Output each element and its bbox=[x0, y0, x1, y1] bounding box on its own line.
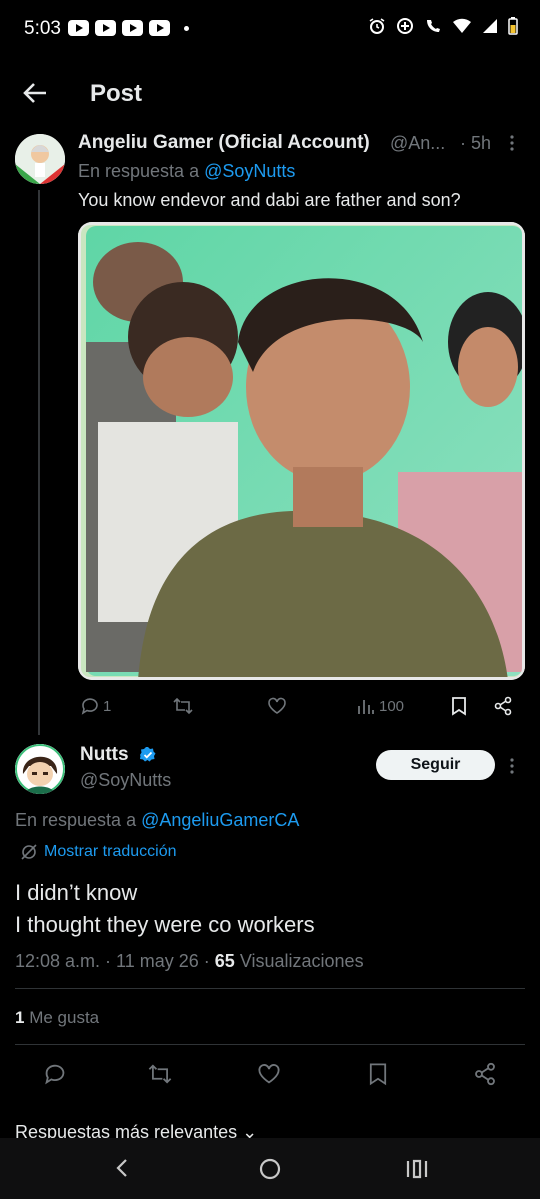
reply-count: 1 bbox=[103, 697, 112, 715]
thread-line bbox=[38, 190, 40, 735]
bookmark-icon bbox=[452, 697, 466, 716]
nav-recents-button[interactable] bbox=[405, 1159, 429, 1179]
reply-to-link[interactable]: @AngeliuGamerCA bbox=[141, 810, 299, 830]
home-circle-icon bbox=[259, 1158, 281, 1180]
avatar[interactable] bbox=[15, 744, 65, 794]
post-image[interactable] bbox=[78, 222, 525, 680]
data-saver-icon bbox=[397, 18, 413, 34]
chevron-left-icon bbox=[116, 1159, 127, 1177]
reply-button[interactable]: 1 bbox=[80, 696, 111, 716]
youtube-notification-icon bbox=[68, 20, 89, 36]
more-notifications-dot bbox=[184, 25, 189, 31]
views-count: 100 bbox=[379, 697, 405, 715]
bookmark-button[interactable] bbox=[450, 696, 468, 716]
translate-link[interactable]: Mostrar traducción bbox=[20, 843, 177, 861]
repost-icon bbox=[173, 697, 193, 715]
status-time: 5:03 bbox=[24, 18, 61, 39]
wifi-icon bbox=[453, 18, 471, 33]
analytics-icon bbox=[358, 700, 374, 714]
translate-label: Mostrar traducción bbox=[44, 843, 177, 860]
youtube-notification-icon bbox=[149, 20, 170, 36]
repost-button[interactable] bbox=[147, 1062, 173, 1086]
youtube-notification-icon bbox=[95, 20, 116, 36]
post-text-line-2: I thought they were co workers bbox=[15, 912, 315, 937]
reply-icon bbox=[45, 1064, 65, 1085]
system-icons bbox=[368, 17, 518, 35]
divider bbox=[15, 988, 525, 989]
repost-icon bbox=[148, 1064, 172, 1084]
verified-badge-icon bbox=[139, 746, 157, 764]
views-button[interactable]: 100 bbox=[357, 696, 404, 716]
avatar[interactable] bbox=[15, 134, 65, 184]
globe-off-icon bbox=[21, 844, 37, 860]
nav-back-button[interactable] bbox=[114, 1158, 130, 1178]
post-text: You know endevor and dabi are father and… bbox=[78, 190, 461, 210]
author-name[interactable]: Nutts bbox=[80, 744, 129, 766]
battery-icon bbox=[508, 17, 518, 35]
author-handle[interactable]: @SoyNutts bbox=[80, 770, 171, 791]
likes-count: 1 bbox=[15, 1008, 25, 1027]
signal-icon bbox=[483, 19, 497, 33]
divider bbox=[15, 1044, 525, 1045]
likes-summary[interactable]: 1 Me gusta bbox=[15, 1008, 99, 1028]
share-button[interactable] bbox=[473, 1062, 497, 1086]
reply-button[interactable] bbox=[43, 1062, 67, 1086]
post-timestamp: 12:08 a.m. · 11 may 26 · bbox=[15, 951, 210, 971]
heart-icon bbox=[258, 1064, 280, 1084]
reply-context: En respuesta a @SoyNutts bbox=[78, 161, 295, 182]
youtube-notification-icon bbox=[122, 20, 143, 36]
notification-icons bbox=[68, 20, 189, 36]
heart-icon bbox=[268, 697, 286, 714]
share-button[interactable] bbox=[493, 696, 513, 716]
more-vertical-icon bbox=[510, 135, 514, 151]
alarm-icon bbox=[369, 18, 385, 34]
follow-button[interactable]: Seguir bbox=[376, 750, 495, 780]
arrow-left-icon bbox=[23, 83, 46, 103]
system-nav-bar bbox=[0, 1138, 540, 1199]
bookmark-icon bbox=[369, 1063, 387, 1086]
more-options-button[interactable] bbox=[508, 757, 516, 775]
views-label: Visualizaciones bbox=[239, 951, 364, 971]
wifi-call-icon bbox=[427, 20, 440, 32]
reply-to-link[interactable]: @SoyNutts bbox=[204, 161, 295, 181]
photo bbox=[78, 222, 525, 680]
likes-label: Me gusta bbox=[29, 1008, 100, 1027]
reply-prefix: En respuesta a bbox=[78, 161, 200, 181]
bookmark-button[interactable] bbox=[367, 1062, 389, 1086]
post-text-line-1: I didn’t know bbox=[15, 880, 138, 905]
reply-icon bbox=[81, 698, 98, 715]
reply-context: En respuesta a @AngeliuGamerCA bbox=[15, 810, 299, 831]
recents-icon bbox=[406, 1159, 428, 1179]
views-count: 65 bbox=[214, 951, 235, 971]
like-button[interactable] bbox=[267, 696, 287, 716]
like-button[interactable] bbox=[257, 1062, 281, 1086]
author-handle[interactable]: @An... bbox=[390, 133, 445, 154]
repost-button[interactable] bbox=[172, 696, 194, 716]
page-title: Post bbox=[90, 80, 143, 107]
more-options-button[interactable] bbox=[508, 134, 516, 152]
author-name[interactable]: Angeliu Gamer (Oficial Account) bbox=[78, 132, 370, 154]
post-meta: 12:08 a.m. · 11 may 26 · 65 Visualizacio… bbox=[15, 951, 364, 972]
reply-prefix: En respuesta a bbox=[15, 810, 137, 830]
share-icon bbox=[494, 696, 512, 716]
post-time: · 5h bbox=[460, 133, 492, 153]
nav-home-button[interactable] bbox=[259, 1158, 281, 1180]
more-vertical-icon bbox=[510, 758, 514, 774]
back-button[interactable] bbox=[22, 80, 48, 106]
share-icon bbox=[475, 1062, 495, 1086]
